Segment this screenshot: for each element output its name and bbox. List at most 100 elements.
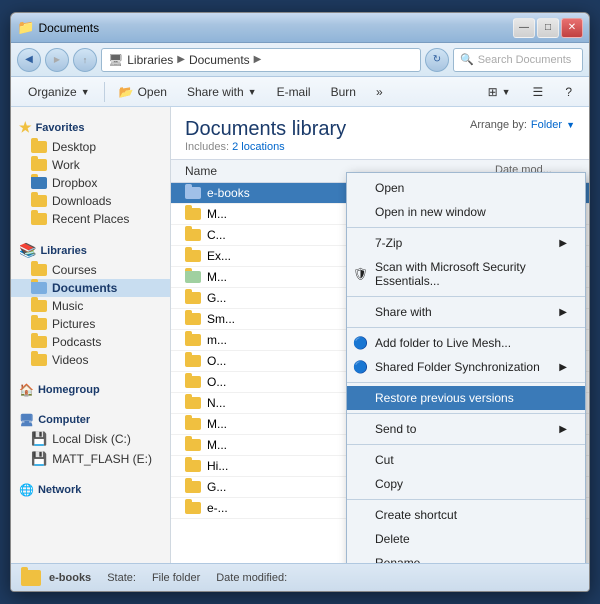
- computer-icon: 🖥: [19, 413, 34, 427]
- arrange-by[interactable]: Arrange by: Folder ▼: [470, 119, 575, 131]
- sidebar-section-favorites: ★ Favorites: [11, 113, 170, 138]
- sidebar-item-documents[interactable]: Documents: [11, 279, 170, 297]
- homegroup-icon: 🏠: [19, 383, 34, 397]
- organize-button[interactable]: Organize ▼: [19, 80, 99, 104]
- sidebar-item-dropbox[interactable]: Dropbox: [11, 174, 170, 192]
- library-subtitle: Includes: 2 locations: [185, 141, 575, 153]
- file10-folder-icon: [185, 376, 201, 388]
- burn-button[interactable]: Burn: [322, 80, 365, 104]
- ctx-item-create-shortcut[interactable]: Create shortcut: [347, 503, 585, 527]
- computer-label: Computer: [38, 414, 90, 426]
- file16-folder-icon: [185, 502, 201, 514]
- ctx-item-share-with[interactable]: Share with ▶: [347, 300, 585, 324]
- local-disk-icon: 💾: [31, 431, 47, 447]
- documents-folder-icon: [31, 282, 47, 294]
- breadcrumb-libraries[interactable]: Libraries: [127, 53, 173, 67]
- sidebar-section-network: 🌐 Network: [11, 477, 170, 499]
- more-label: »: [376, 85, 383, 99]
- file6-folder-icon: [185, 292, 201, 304]
- ctx-item-7zip[interactable]: 7-Zip ▶: [347, 231, 585, 255]
- ctx-item-shared-sync[interactable]: 🔵 Shared Folder Synchronization ▶: [347, 355, 585, 379]
- breadcrumb[interactable]: 🖥 Libraries ▶ Documents ▶: [101, 48, 421, 72]
- sidebar-item-videos[interactable]: Videos: [11, 351, 170, 369]
- more-button[interactable]: »: [367, 80, 392, 104]
- sidebar-item-downloads[interactable]: Downloads: [11, 192, 170, 210]
- details-icon: ☰: [533, 85, 544, 99]
- downloads-folder-icon: [31, 195, 47, 207]
- open-button[interactable]: 📂 Open: [110, 80, 176, 104]
- search-placeholder: Search Documents: [478, 54, 572, 66]
- sidebar-section-homegroup: 🏠 Homegroup: [11, 377, 170, 399]
- network-label: Network: [38, 484, 81, 496]
- status-bar: e-books State: File folder Date modified…: [11, 563, 589, 591]
- organize-label: Organize: [28, 85, 77, 99]
- ctx-item-delete[interactable]: Delete: [347, 527, 585, 551]
- sidebar-item-matt-flash[interactable]: 💾 MATT_FLASH (E:): [11, 449, 170, 469]
- help-button[interactable]: ?: [556, 80, 581, 104]
- search-box[interactable]: 🔍 Search Documents: [453, 48, 583, 72]
- ctx-7zip-label: 7-Zip: [375, 236, 402, 250]
- up-button[interactable]: ↑: [73, 48, 97, 72]
- ctx-sep1: [347, 227, 585, 228]
- ctx-item-restore[interactable]: Restore previous versions: [347, 386, 585, 410]
- title-bar: 📁 Documents — □ ✕: [11, 13, 589, 43]
- window-icon: 📁: [17, 19, 34, 36]
- close-button[interactable]: ✕: [561, 18, 583, 38]
- breadcrumb-documents[interactable]: Documents: [189, 53, 250, 67]
- back-button[interactable]: ◀: [17, 48, 41, 72]
- ctx-item-copy[interactable]: Copy: [347, 472, 585, 496]
- ctx-create-shortcut-label: Create shortcut: [375, 508, 457, 522]
- share-with-button[interactable]: Share with ▼: [178, 80, 266, 104]
- view-arrow: ▼: [502, 87, 511, 97]
- matt-flash-icon: 💾: [31, 451, 47, 467]
- homegroup-label: Homegroup: [38, 384, 100, 396]
- sidebar-videos-label: Videos: [52, 353, 88, 367]
- sidebar-item-desktop[interactable]: Desktop: [11, 138, 170, 156]
- sidebar-item-recent-places[interactable]: Recent Places: [11, 210, 170, 228]
- ctx-send-to-arrow: ▶: [559, 424, 567, 435]
- sidebar-item-pictures[interactable]: Pictures: [11, 315, 170, 333]
- ctx-item-cut[interactable]: Cut: [347, 448, 585, 472]
- ctx-delete-label: Delete: [375, 532, 410, 546]
- ctx-item-send-to[interactable]: Send to ▶: [347, 417, 585, 441]
- open-label: Open: [138, 85, 167, 99]
- maximize-button[interactable]: □: [537, 18, 559, 38]
- minimize-button[interactable]: —: [513, 18, 535, 38]
- ctx-item-live-mesh[interactable]: 🔵 Add folder to Live Mesh...: [347, 331, 585, 355]
- share-with-label: Share with: [187, 85, 244, 99]
- arrange-label: Arrange by:: [470, 119, 527, 131]
- ctx-open-label: Open: [375, 181, 404, 195]
- ctx-share-with-label: Share with: [375, 305, 432, 319]
- ctx-item-open-new-window[interactable]: Open in new window: [347, 200, 585, 224]
- details-view-button[interactable]: ☰: [524, 80, 553, 104]
- ctx-item-rename[interactable]: Rename: [347, 551, 585, 563]
- title-bar-left: 📁 Documents: [17, 19, 99, 36]
- sidebar-item-podcasts[interactable]: Podcasts: [11, 333, 170, 351]
- sidebar-item-work[interactable]: Work: [11, 156, 170, 174]
- view-button[interactable]: ⊞ ▼: [479, 80, 520, 104]
- organize-arrow: ▼: [81, 87, 90, 97]
- ctx-sep4: [347, 382, 585, 383]
- sidebar-item-local-disk[interactable]: 💾 Local Disk (C:): [11, 429, 170, 449]
- ctx-item-open[interactable]: Open: [347, 176, 585, 200]
- file15-folder-icon: [185, 481, 201, 493]
- sidebar-item-music[interactable]: Music: [11, 297, 170, 315]
- ctx-shared-sync-icon: 🔵: [353, 360, 368, 374]
- email-label: E-mail: [277, 85, 311, 99]
- dropbox-folder-icon: [31, 177, 47, 189]
- refresh-button[interactable]: ↻: [425, 48, 449, 72]
- file8-folder-icon: [185, 334, 201, 346]
- forward-button[interactable]: ▶: [45, 48, 69, 72]
- file2-folder-icon: [185, 208, 201, 220]
- status-item-name: e-books: [49, 572, 91, 584]
- help-icon: ?: [565, 85, 572, 99]
- work-folder-icon: [31, 159, 47, 171]
- sidebar-downloads-label: Downloads: [52, 194, 111, 208]
- burn-label: Burn: [331, 85, 356, 99]
- sidebar-item-courses[interactable]: Courses: [11, 261, 170, 279]
- ctx-item-scan[interactable]: 🛡 Scan with Microsoft Security Essential…: [347, 255, 585, 293]
- locations-link[interactable]: 2 locations: [232, 141, 285, 153]
- sidebar-matt-flash-label: MATT_FLASH (E:): [52, 452, 152, 466]
- email-button[interactable]: E-mail: [268, 80, 320, 104]
- favorites-label: Favorites: [36, 122, 85, 134]
